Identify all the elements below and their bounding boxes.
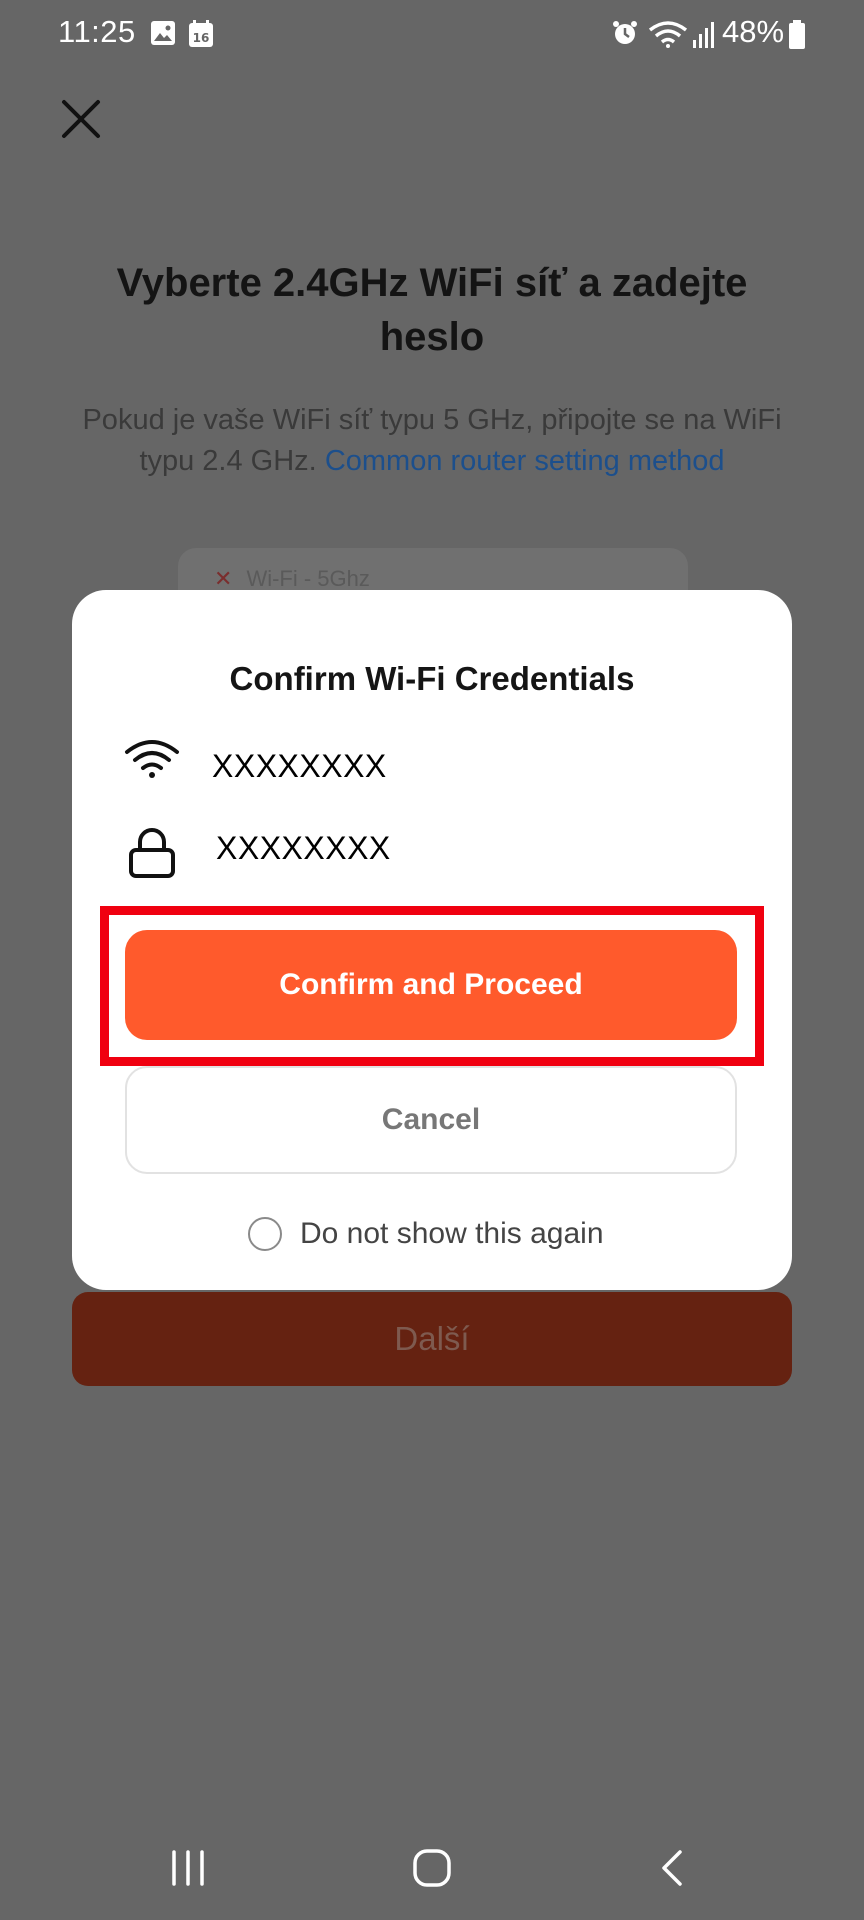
cancel-button[interactable]: Cancel (125, 1066, 737, 1174)
wifi-icon (648, 21, 688, 48)
wifi-password-value: XXXXXXXX (216, 830, 391, 866)
alarm-icon (613, 21, 637, 44)
status-bar: 11:25 16 48% (0, 0, 864, 70)
image-icon (151, 21, 175, 45)
battery-percentage: 48% (722, 14, 785, 49)
calendar-day-text: 16 (193, 31, 210, 45)
wifi-ssid-value: XXXXXXXX (212, 748, 387, 784)
close-icon[interactable] (58, 96, 104, 142)
dont-show-again-option[interactable]: Do not show this again (248, 1214, 604, 1254)
confirm-wifi-dialog: Confirm Wi-Fi Credentials XXXXXXXX XXXXX… (72, 590, 792, 1290)
confirm-proceed-button[interactable]: Confirm and Proceed (125, 930, 737, 1040)
battery-icon (789, 20, 805, 49)
signal-icon (693, 22, 714, 48)
page-title: Vyberte 2.4GHz WiFi síť a zadejte heslo (116, 261, 748, 359)
dont-show-radio[interactable] (248, 1217, 282, 1251)
x-mark-icon: ✕ (214, 566, 233, 591)
status-time: 11:25 (58, 14, 136, 49)
page-subtitle: Pokud je vaše WiFi síť typu 5 GHz, připo… (60, 400, 804, 482)
wifi-icon (125, 740, 179, 778)
next-button[interactable]: Další (72, 1292, 792, 1386)
calendar-icon: 16 (189, 20, 213, 47)
dont-show-label: Do not show this again (300, 1217, 604, 1250)
router-setting-link[interactable]: Common router setting method (325, 445, 725, 477)
dialog-title: Confirm Wi-Fi Credentials (229, 660, 635, 697)
wifi-5ghz-label: Wi-Fi - 5Ghz (246, 566, 370, 591)
home-icon[interactable] (410, 1846, 454, 1890)
back-icon[interactable] (652, 1846, 696, 1890)
recent-apps-icon[interactable] (166, 1846, 210, 1890)
lock-icon (129, 828, 175, 878)
